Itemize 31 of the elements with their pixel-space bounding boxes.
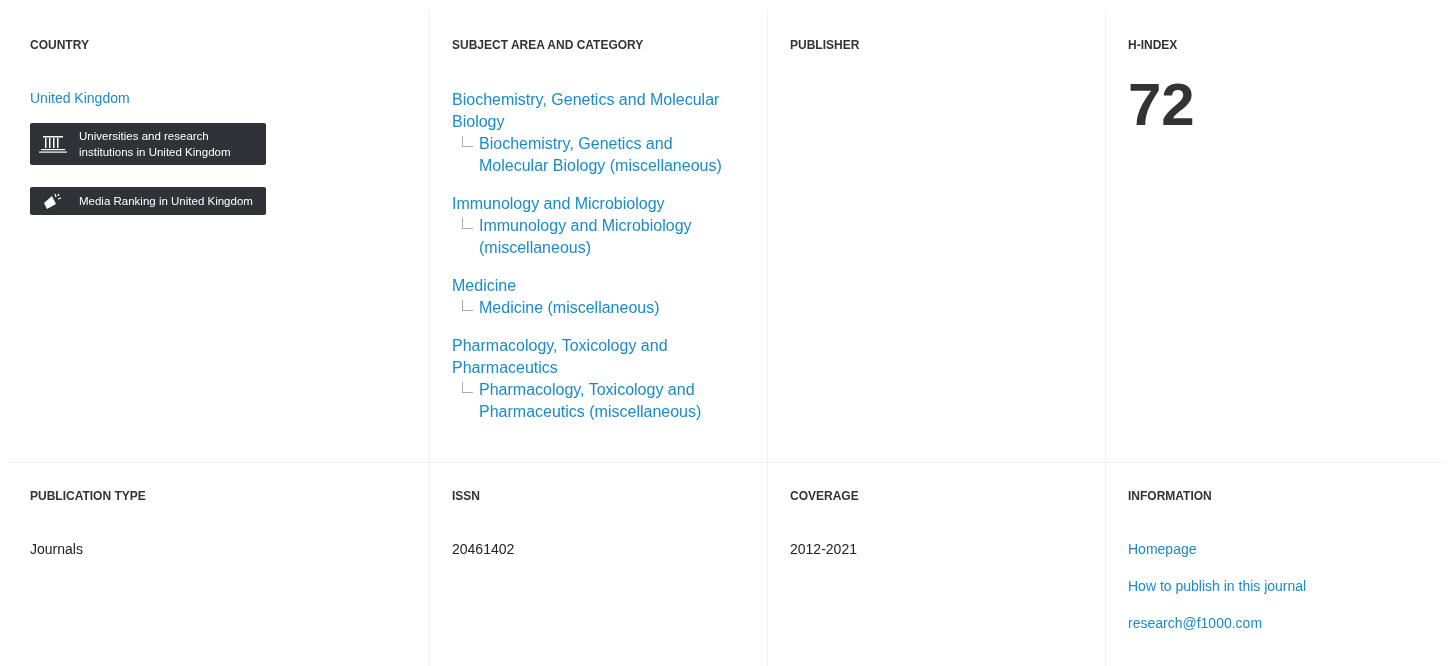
tree-elbow (462, 136, 473, 147)
subject-area-link[interactable]: Pharmacology, Toxicology and Pharmaceutics (452, 335, 742, 379)
issn-value: 20461402 (452, 540, 515, 558)
information-link[interactable]: research@f1000.com (1128, 614, 1263, 632)
ranking-badge-button[interactable]: Media Ranking in United Kingdom (30, 187, 266, 215)
subject-area-link[interactable]: Medicine (452, 275, 742, 297)
section-heading: H-INDEX (1128, 37, 1178, 53)
tree-elbow (462, 382, 473, 393)
category-link[interactable]: Immunology and Microbiology (miscellaneous) (479, 215, 742, 259)
information-link[interactable]: Homepage (1128, 540, 1197, 558)
subject-area-link[interactable]: Immunology and Microbiology (452, 193, 742, 215)
columns-building-icon (38, 135, 68, 153)
tree-elbow (462, 300, 473, 311)
section-heading: COUNTRY (30, 37, 89, 53)
category-link[interactable]: Medicine (miscellaneous) (479, 297, 742, 319)
subject-area-link[interactable]: Biochemistry, Genetics and Molecular Biology (452, 89, 742, 133)
h-index-value: 72 (1128, 75, 1195, 135)
section-heading: PUBLICATION TYPE (30, 488, 146, 504)
section-heading: ISSN (452, 488, 480, 504)
section-heading: SUBJECT AREA AND CATEGORY (452, 37, 644, 53)
ranking-badge-button[interactable]: Universities and research institutions in United Kingdom (30, 123, 266, 165)
category-link[interactable]: Biochemistry, Genetics and Molecular Biology (miscellaneous) (479, 133, 742, 177)
category-link[interactable]: Pharmacology, Toxicology and Pharmaceutics (miscellaneous) (479, 379, 742, 423)
publication-type-value: Journals (30, 540, 83, 558)
information-link[interactable]: How to publish in this journal (1128, 577, 1307, 595)
tree-elbow (462, 218, 473, 229)
section-heading: PUBLISHER (790, 37, 860, 53)
section-heading: COVERAGE (790, 488, 859, 504)
country-link[interactable]: United Kingdom (30, 89, 130, 107)
coverage-value: 2012-2021 (790, 540, 857, 558)
section-heading: INFORMATION (1128, 488, 1212, 504)
